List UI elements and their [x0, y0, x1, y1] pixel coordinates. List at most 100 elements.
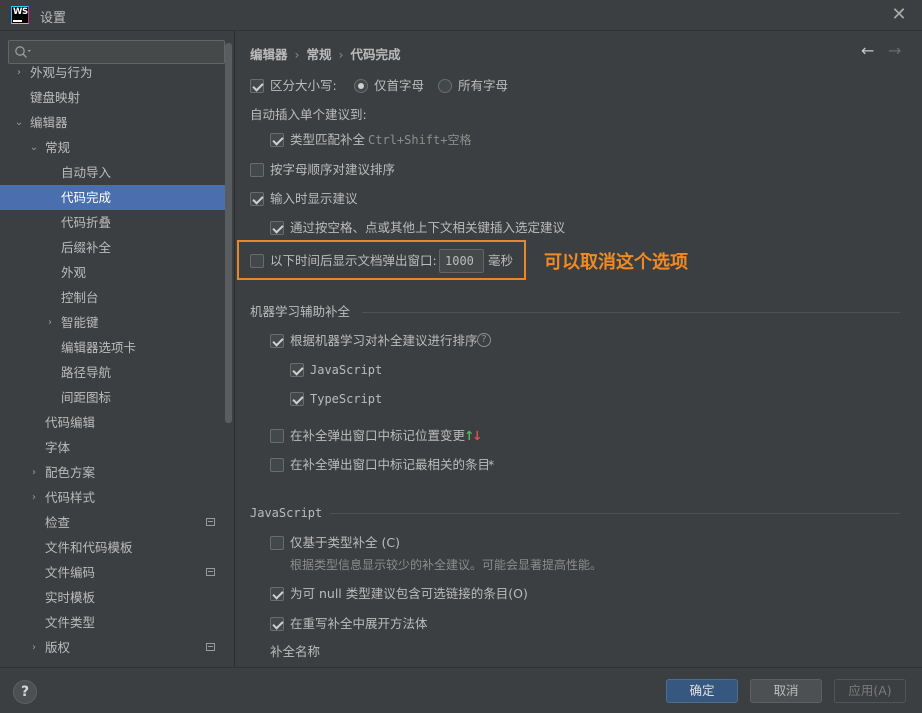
doc-popup-row: 以下时间后显示文档弹出窗口: 1000 毫秒: [250, 249, 530, 273]
project-scope-icon: [206, 518, 215, 526]
forward-arrow-icon[interactable]: →: [888, 41, 901, 60]
ml-sort-row: 根据机器学习对补全建议进行排序 ?: [270, 330, 670, 352]
case-sensitive-checkbox[interactable]: [250, 79, 264, 93]
sidebar-item-label: 实时模板: [45, 590, 96, 605]
sidebar-item[interactable]: 检查: [0, 510, 232, 535]
sidebar-item[interactable]: 路径导航: [0, 360, 232, 385]
sidebar-item[interactable]: 代码折叠: [0, 210, 232, 235]
webstorm-logo-icon: WS: [11, 6, 29, 24]
title-bar: WS 设置 ✕: [0, 0, 922, 31]
expand-arrow-icon[interactable]: ›: [28, 635, 40, 660]
expand-arrow-icon[interactable]: ⌄: [28, 135, 40, 160]
sidebar-item[interactable]: 字体: [0, 435, 232, 460]
sidebar-item[interactable]: › 版权: [0, 635, 232, 660]
sidebar-item[interactable]: 文件和代码模板: [0, 535, 232, 560]
nullable-checkbox[interactable]: [270, 587, 284, 601]
sidebar-item-label: 检查: [45, 515, 71, 530]
mark-position-row: 在补全弹出窗口中标记位置变更 ↑ ↓: [270, 425, 670, 447]
ml-typescript-checkbox[interactable]: [290, 392, 304, 406]
expand-arrow-icon[interactable]: ›: [44, 310, 56, 335]
ml-javascript-checkbox[interactable]: [290, 363, 304, 377]
breadcrumb-editor[interactable]: 编辑器: [250, 47, 288, 62]
expand-method-row: 在重写补全中展开方法体: [270, 613, 670, 635]
type-match-shortcut: Ctrl+Shift+空格: [368, 133, 472, 147]
sidebar-item-label: 键盘映射: [30, 90, 81, 105]
ml-sort-label: 根据机器学习对补全建议进行排序: [290, 333, 478, 348]
settings-panel: 编辑器 › 常规 › 代码完成 ← → 区分大小写: 仅首字母 所有字母 自动插入单个建…: [235, 31, 922, 667]
expand-method-checkbox[interactable]: [270, 617, 284, 631]
back-arrow-icon[interactable]: ←: [861, 41, 874, 60]
sidebar-item[interactable]: ⌄ 常规: [0, 135, 232, 160]
sidebar-item[interactable]: 实时模板: [0, 585, 232, 610]
type-based-row: 仅基于类型补全 (C): [270, 532, 670, 554]
expand-arrow-icon[interactable]: ›: [13, 60, 25, 85]
breadcrumb-general[interactable]: 常规: [307, 47, 332, 62]
insert-on-space-checkbox[interactable]: [270, 221, 284, 235]
ml-typescript-label: TypeScript: [310, 392, 383, 406]
show-on-type-row: 输入时显示建议: [250, 188, 650, 210]
radio-all-letters[interactable]: [438, 79, 452, 93]
sidebar-item[interactable]: › 外观与行为: [0, 60, 232, 85]
sidebar-item[interactable]: 代码编辑: [0, 410, 232, 435]
sort-alpha-checkbox[interactable]: [250, 163, 264, 177]
sidebar-item[interactable]: › 智能键: [0, 310, 232, 335]
help-icon[interactable]: ?: [477, 333, 491, 347]
sidebar-item-label: 自动导入: [61, 165, 112, 180]
sidebar-item-label: 字体: [45, 440, 71, 455]
mark-position-checkbox[interactable]: [270, 429, 284, 443]
sidebar-item[interactable]: › 代码样式: [0, 485, 232, 510]
doc-popup-delay-input[interactable]: 1000: [439, 249, 484, 273]
type-match-checkbox[interactable]: [270, 133, 284, 147]
case-sensitive-label: 区分大小写:: [270, 78, 337, 93]
expand-arrow-icon[interactable]: ›: [28, 460, 40, 485]
sidebar-item[interactable]: 后缀补全: [0, 235, 232, 260]
ml-sort-checkbox[interactable]: [270, 334, 284, 348]
doc-popup-unit: 毫秒: [488, 253, 514, 268]
sidebar-item[interactable]: 文件类型: [0, 610, 232, 635]
mark-relevant-label: 在补全弹出窗口中标记最相关的条目: [290, 457, 491, 472]
radio-first-letter[interactable]: [354, 79, 368, 93]
js-section-header: JavaScript: [250, 503, 900, 523]
type-match-row: 类型匹配补全 Ctrl+Shift+空格: [270, 129, 670, 151]
help-button[interactable]: ?: [13, 680, 37, 704]
type-based-checkbox[interactable]: [270, 536, 284, 550]
sidebar-item-label: 代码折叠: [61, 215, 112, 230]
sidebar-item[interactable]: › 配色方案: [0, 460, 232, 485]
radio-all-letters-label: 所有字母: [458, 78, 509, 93]
nullable-row: 为可 null 类型建议包含可选链接的条目(O): [270, 583, 670, 605]
ml-javascript-label: JavaScript: [310, 363, 383, 377]
sidebar-item-label: 后缀补全: [61, 240, 112, 255]
sidebar-item[interactable]: 外观: [0, 260, 232, 285]
sidebar-item[interactable]: ⌄ 编辑器: [0, 110, 232, 135]
sidebar-item-label: 间距图标: [61, 390, 112, 405]
apply-button[interactable]: 应用(A): [834, 679, 906, 703]
sidebar-item[interactable]: 自动导入: [0, 160, 232, 185]
sidebar-item-label: 文件类型: [45, 615, 96, 630]
sidebar-item[interactable]: 间距图标: [0, 385, 232, 410]
sidebar-item-label: 智能键: [61, 315, 99, 330]
expand-method-label: 在重写补全中展开方法体: [290, 616, 428, 631]
sidebar-item[interactable]: 代码完成: [0, 185, 232, 210]
auto-insert-heading: 自动插入单个建议到:: [250, 107, 367, 122]
cancel-button[interactable]: 取消: [750, 679, 822, 703]
sidebar-item[interactable]: 编辑器选项卡: [0, 335, 232, 360]
settings-sidebar: › 外观与行为 键盘映射 ⌄ 编辑器 ⌄ 常规 自动导入 代码完成 代码折叠 后缀补全 外观 控制台 › 智…: [0, 31, 234, 667]
breadcrumb-separator: ›: [294, 47, 300, 62]
js-section-title: JavaScript: [250, 506, 323, 520]
expand-arrow-icon[interactable]: ⌄: [13, 110, 25, 135]
mark-relevant-checkbox[interactable]: [270, 458, 284, 472]
ok-button[interactable]: 确定: [666, 679, 738, 703]
sidebar-item[interactable]: 键盘映射: [0, 85, 232, 110]
sidebar-item-label: 配色方案: [45, 465, 96, 480]
close-icon[interactable]: ✕: [891, 6, 907, 24]
show-on-type-checkbox[interactable]: [250, 192, 264, 206]
doc-popup-checkbox[interactable]: [250, 254, 264, 268]
sidebar-item[interactable]: 文件编码: [0, 560, 232, 585]
sidebar-item-label: 文件编码: [45, 565, 96, 580]
sidebar-item[interactable]: 控制台: [0, 285, 232, 310]
sidebar-item-label: 文件和代码模板: [45, 540, 133, 555]
ml-section-header: 机器学习辅助补全: [250, 302, 900, 322]
expand-arrow-icon[interactable]: ›: [28, 485, 40, 510]
sidebar-scrollbar[interactable]: [225, 43, 232, 423]
sidebar-item-label: 编辑器选项卡: [61, 340, 137, 355]
